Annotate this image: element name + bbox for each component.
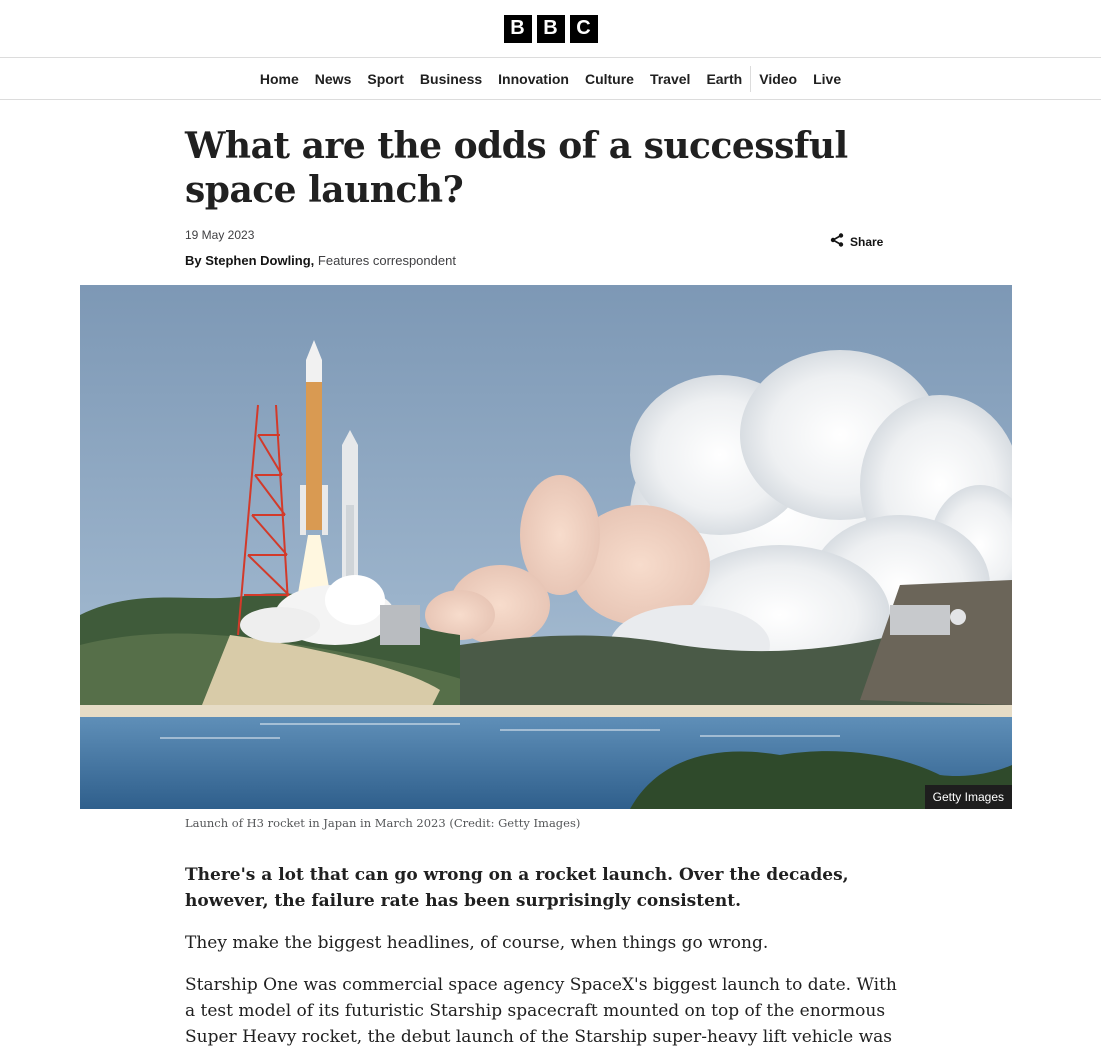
share-button[interactable]: Share [830,233,883,250]
logo-letter-b1: B [503,14,532,43]
logo-letter-c: C [569,14,598,43]
main-nav: Home News Sport Business Innovation Cult… [0,58,1101,100]
bbc-logo[interactable]: B B C [503,14,598,43]
nav-item-business[interactable]: Business [412,58,490,99]
article-lead-paragraph: There's a lot that can go wrong on a roc… [185,865,849,911]
share-label: Share [850,234,884,249]
nav-item-news[interactable]: News [307,58,360,99]
article-date: 19 May 2023 [185,228,255,242]
article-byline: By Stephen Dowling, Features corresponde… [185,253,456,268]
hero-image: Getty Images [80,285,1012,809]
share-icon [830,233,844,250]
nav-item-live[interactable]: Live [805,58,849,99]
rocket-launch-illustration [80,285,1012,809]
masthead: B B C [0,0,1101,58]
nav-item-culture[interactable]: Culture [577,58,642,99]
article-paragraph: Starship One was commercial space agency… [185,975,897,1047]
logo-letter-b2: B [536,14,565,43]
nav-item-home[interactable]: Home [252,58,307,99]
image-credit-badge: Getty Images [924,785,1012,809]
nav-item-earth[interactable]: Earth [698,58,750,99]
nav-item-sport[interactable]: Sport [359,58,412,99]
article-headline: What are the odds of a successful space … [185,125,848,211]
nav-item-innovation[interactable]: Innovation [490,58,577,99]
author-name[interactable]: By Stephen Dowling, [185,253,314,268]
nav-item-travel[interactable]: Travel [642,58,698,99]
image-caption: Launch of H3 rocket in Japan in March 20… [185,816,581,830]
article-paragraph: They make the biggest headlines, of cour… [185,933,769,953]
author-role: Features correspondent [317,253,456,268]
nav-item-video[interactable]: Video [751,58,805,99]
